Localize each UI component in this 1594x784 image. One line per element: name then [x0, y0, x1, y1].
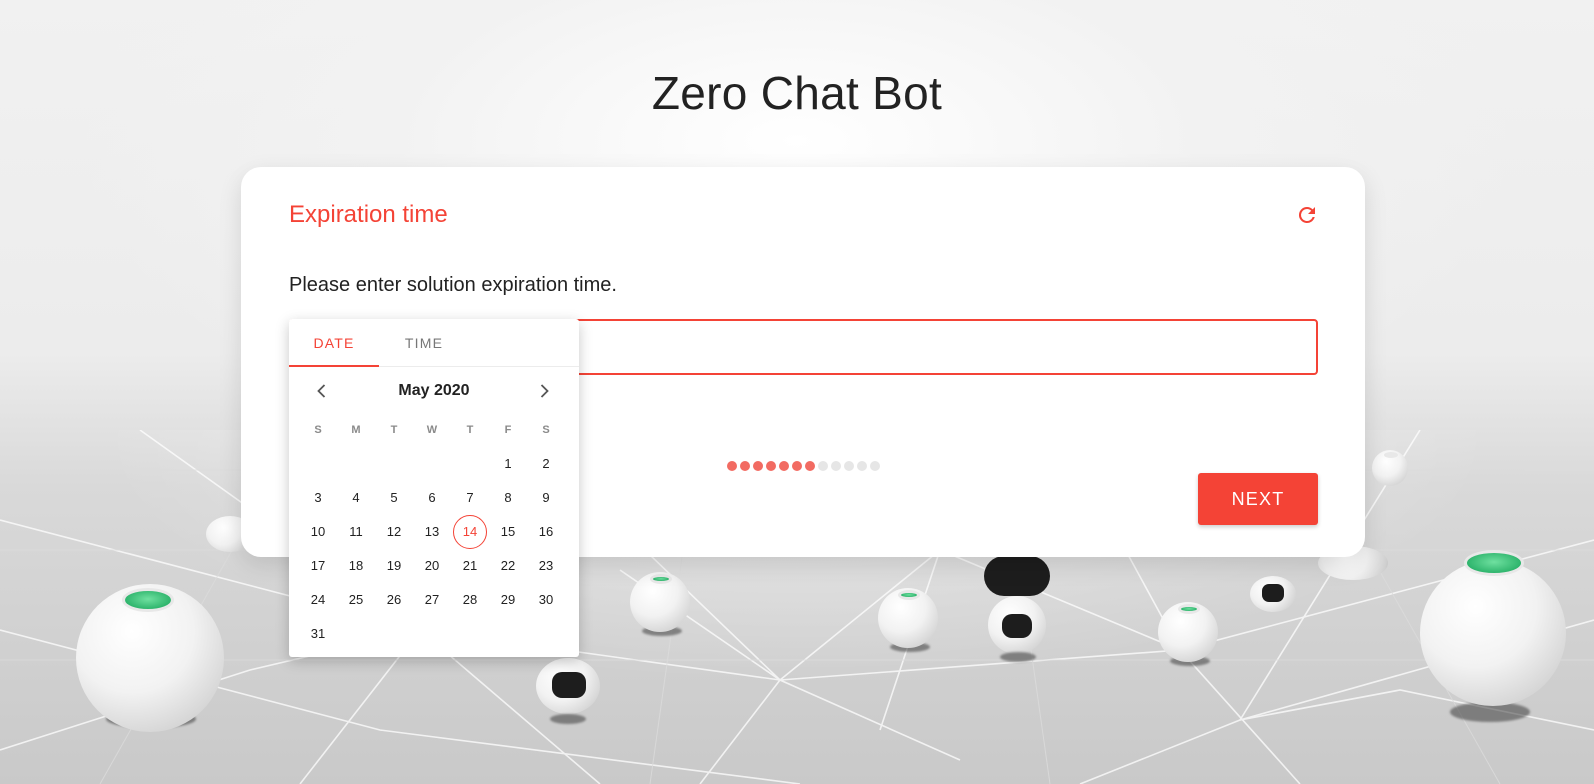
weekday-header: W	[426, 424, 438, 436]
calendar-day[interactable]: 21	[453, 549, 487, 583]
progress-dot	[818, 461, 828, 471]
calendar-day[interactable]: 3	[301, 481, 335, 515]
robot-small-center-right	[1158, 602, 1222, 672]
tab-date[interactable]: DATE	[289, 319, 379, 367]
progress-dot	[727, 461, 737, 471]
calendar-day[interactable]: 7	[453, 481, 487, 515]
date-picker-popup: DATE TIME May 2020 S M T W T F S 1 2 3 4 5 6 7 8 9 10 11 1…	[289, 319, 579, 657]
progress-dot	[766, 461, 776, 471]
calendar-day[interactable]: 16	[529, 515, 563, 549]
calendar-day[interactable]: 8	[491, 481, 525, 515]
calendar-day[interactable]: 22	[491, 549, 525, 583]
weekday-header: T	[390, 424, 398, 436]
progress-dot	[805, 461, 815, 471]
calendar-day[interactable]: 30	[529, 583, 563, 617]
weekday-header: F	[504, 424, 512, 436]
weekday-header: M	[351, 424, 361, 436]
calendar-day[interactable]: 1	[491, 447, 525, 481]
chevron-right-icon[interactable]	[534, 381, 554, 401]
robot-mask-center	[984, 556, 1054, 666]
weekday-header: S	[314, 424, 322, 436]
next-button[interactable]: NEXT	[1198, 473, 1318, 525]
calendar-day[interactable]: 20	[415, 549, 449, 583]
calendar-day[interactable]: 15	[491, 515, 525, 549]
calendar-day[interactable]: 25	[339, 583, 373, 617]
calendar-day[interactable]: 10	[301, 515, 335, 549]
calendar-day[interactable]: 11	[339, 515, 373, 549]
progress-dot	[792, 461, 802, 471]
page-title: Zero Chat Bot	[651, 67, 943, 119]
calendar-day[interactable]: 18	[339, 549, 373, 583]
weekday-header: T	[466, 424, 474, 436]
progress-dot	[740, 461, 750, 471]
calendar-day[interactable]: 12	[377, 515, 411, 549]
calendar-day[interactable]: 13	[415, 515, 449, 549]
calendar-day[interactable]: 27	[415, 583, 449, 617]
calendar-day[interactable]: 6	[415, 481, 449, 515]
robot-mask-lower-left	[536, 658, 602, 728]
robot-large-right	[1420, 550, 1570, 730]
calendar-day[interactable]: 26	[377, 583, 411, 617]
calendar-day[interactable]: 23	[529, 549, 563, 583]
question-prompt: Please enter solution expiration time.	[289, 274, 617, 296]
calendar-day[interactable]: 4	[339, 481, 373, 515]
progress-dot	[753, 461, 763, 471]
calendar-day[interactable]: 5	[377, 481, 411, 515]
robot-large-left	[76, 584, 226, 734]
calendar-day[interactable]: 19	[377, 549, 411, 583]
tab-time[interactable]: TIME	[379, 319, 469, 367]
weekday-header: S	[542, 424, 550, 436]
robot-mask-right	[1250, 576, 1300, 616]
robot-small-center	[878, 588, 942, 658]
calendar-day[interactable]: 31	[301, 617, 335, 651]
robot-small-center-left	[630, 572, 694, 642]
progress-dot	[844, 461, 854, 471]
calendar-day[interactable]: 17	[301, 549, 335, 583]
calendar-day[interactable]: 29	[491, 583, 525, 617]
progress-dot	[831, 461, 841, 471]
step-progress-indicator	[727, 461, 880, 471]
calendar-day[interactable]: 9	[529, 481, 563, 515]
picker-tabs: DATE TIME	[289, 319, 579, 367]
month-navigation: May 2020	[289, 367, 579, 415]
calendar-day-selected[interactable]: 14	[453, 515, 487, 549]
progress-dot	[870, 461, 880, 471]
robot-small-far-right	[1372, 450, 1412, 490]
refresh-icon[interactable]	[1295, 203, 1319, 227]
calendar-day[interactable]: 2	[529, 447, 563, 481]
progress-dot	[779, 461, 789, 471]
calendar-day[interactable]: 28	[453, 583, 487, 617]
progress-dot	[857, 461, 867, 471]
card-title: Expiration time	[289, 201, 448, 228]
calendar-day[interactable]: 24	[301, 583, 335, 617]
